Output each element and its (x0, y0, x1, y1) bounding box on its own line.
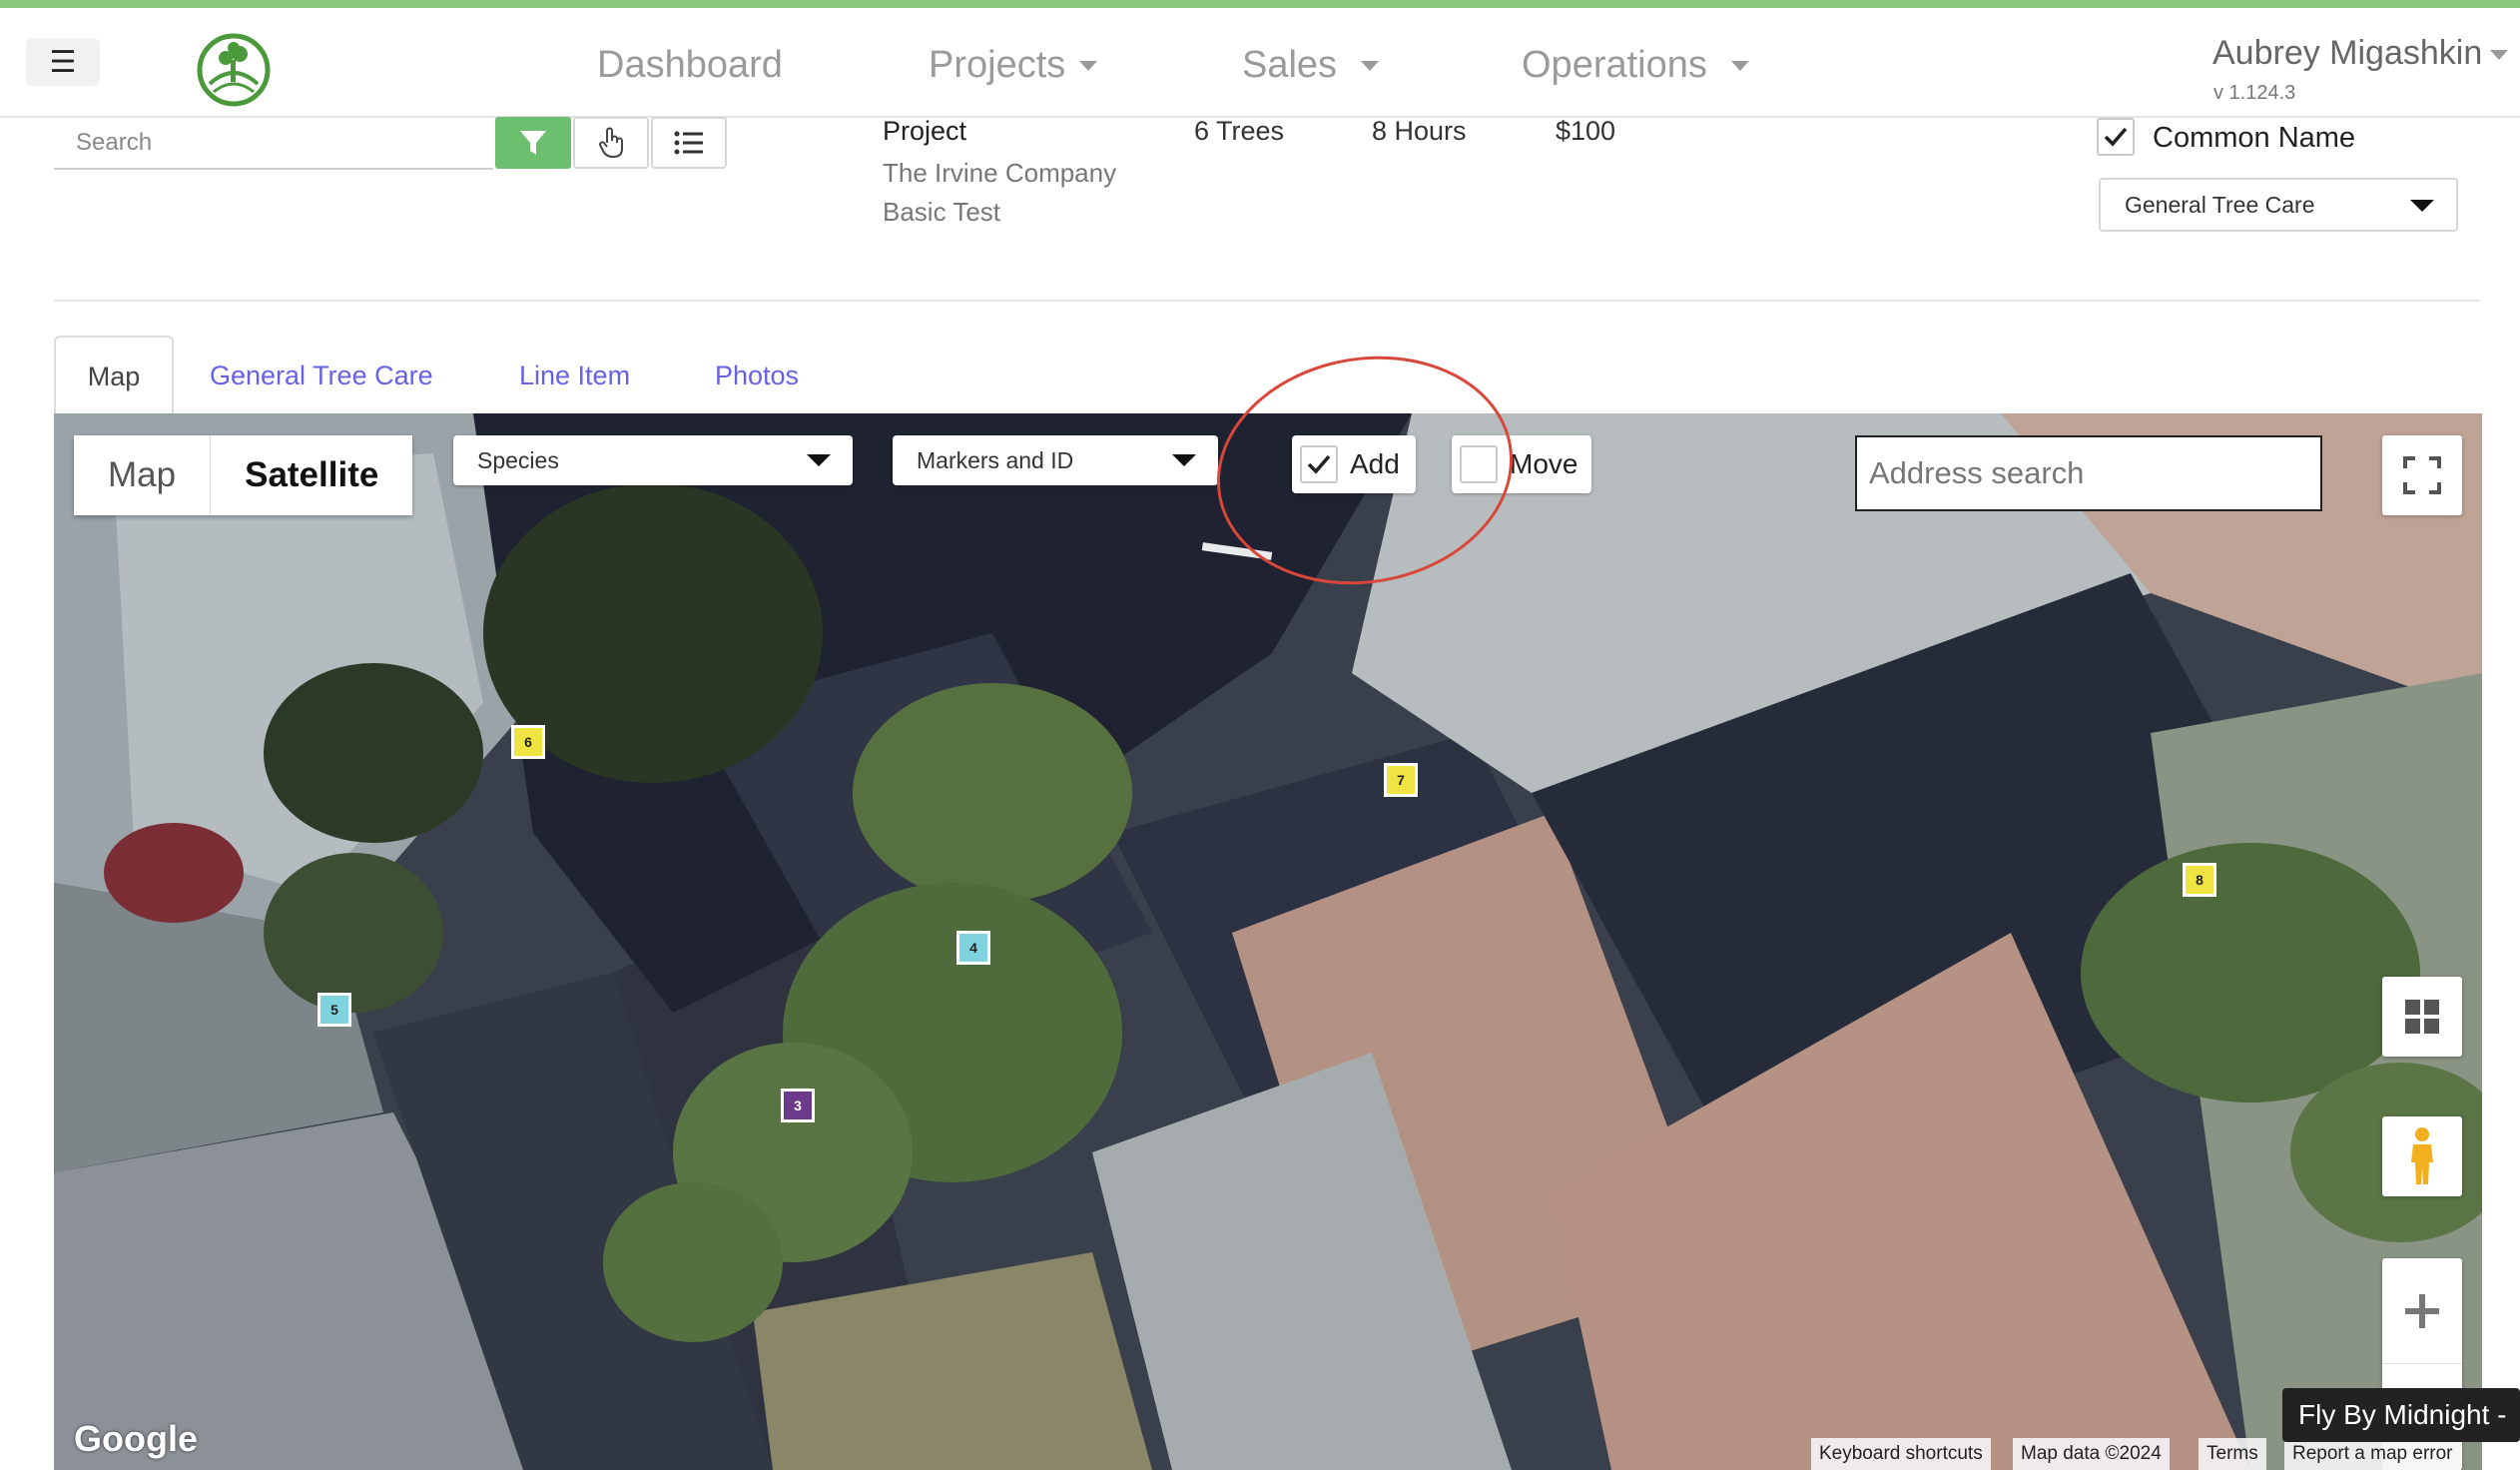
terms-link[interactable]: Terms (2199, 1438, 2266, 1470)
map-type-control: Map Satellite (74, 435, 413, 515)
address-search-input[interactable] (1855, 435, 2322, 511)
app-version: v 1.124.3 (2213, 82, 2296, 104)
nav-dashboard[interactable]: Dashboard (597, 44, 783, 87)
map-type-satellite-button[interactable]: Satellite (211, 435, 412, 515)
filter-icon (520, 131, 546, 155)
section-divider (54, 300, 2480, 302)
tree-marker-4[interactable]: 4 (956, 931, 990, 965)
project-price: $100 (1556, 116, 1616, 146)
tree-marker-5[interactable]: 5 (317, 993, 351, 1027)
layers-icon (2405, 1000, 2439, 1034)
chevron-down-icon (1361, 60, 1380, 71)
layers-button[interactable] (2382, 977, 2462, 1057)
filter-button[interactable] (495, 117, 571, 169)
fullscreen-button[interactable] (2382, 435, 2462, 515)
common-name-checkbox[interactable] (2097, 118, 2135, 156)
satellite-imagery (54, 413, 2482, 1470)
search-input[interactable] (54, 118, 493, 170)
chevron-down-icon (1079, 60, 1098, 71)
project-name: The Irvine Company Basic Test (883, 158, 1117, 227)
report-map-error-link[interactable]: Report a map error (2284, 1438, 2461, 1470)
tree-marker-3[interactable]: 3 (781, 1089, 815, 1122)
tree-marker-7[interactable]: 7 (1384, 763, 1418, 797)
caret-down-icon (807, 454, 831, 466)
list-icon (674, 131, 703, 155)
fullscreen-icon (2403, 456, 2441, 494)
tab-photos[interactable]: Photos (715, 336, 799, 415)
navbar: ☰ Dashboard Projects Sales Operations Au… (0, 8, 2520, 118)
care-type-value: General Tree Care (2125, 191, 2315, 218)
user-menu[interactable]: Aubrey Migashkin (2212, 34, 2482, 73)
street-view-button[interactable] (2382, 1116, 2462, 1196)
tab-general-tree-care[interactable]: General Tree Care (210, 336, 433, 415)
species-select-value: Species (477, 446, 559, 473)
map-data-attribution: Map data ©2024 (2013, 1438, 2170, 1470)
plus-icon (2405, 1293, 2439, 1328)
tree-marker-6[interactable]: 6 (511, 725, 545, 759)
move-label: Move (1510, 448, 1578, 479)
zoom-in-button[interactable] (2382, 1258, 2462, 1364)
hours-count: 8 Hours (1372, 116, 1467, 146)
markers-select-value: Markers and ID (917, 446, 1074, 473)
top-accent-bar (0, 0, 2520, 8)
caret-down-icon (2410, 200, 2434, 212)
tab-line-item[interactable]: Line Item (519, 336, 630, 415)
pointer-button[interactable] (573, 117, 649, 169)
tree-marker-8[interactable]: 8 (2183, 863, 2216, 897)
hover-tooltip: Fly By Midnight - (2282, 1388, 2520, 1442)
care-type-select[interactable]: General Tree Care (2099, 178, 2458, 232)
chevron-down-icon[interactable] (2490, 50, 2508, 60)
species-select[interactable]: Species (453, 435, 853, 485)
tree-logo-icon[interactable] (196, 32, 272, 108)
nav-sales[interactable]: Sales (1242, 44, 1380, 87)
chevron-down-icon (1730, 60, 1749, 71)
nav-operations[interactable]: Operations (1522, 44, 1749, 87)
map-type-map-button[interactable]: Map (74, 435, 212, 515)
tree-count: 6 Trees (1194, 116, 1285, 146)
common-name-label: Common Name (2153, 122, 2356, 154)
project-label: Project (883, 116, 967, 146)
caret-down-icon (1172, 454, 1196, 466)
pegman-icon (2411, 1127, 2433, 1184)
google-logo: Google (74, 1418, 198, 1459)
hand-pointer-icon (599, 127, 623, 159)
tab-map[interactable]: Map (54, 336, 174, 415)
map-view[interactable]: Map Satellite Species Markers and ID Add… (54, 413, 2482, 1470)
markers-select[interactable]: Markers and ID (893, 435, 1218, 485)
hamburger-icon[interactable]: ☰ (26, 38, 100, 86)
list-view-button[interactable] (651, 117, 727, 169)
nav-projects[interactable]: Projects (929, 44, 1098, 87)
keyboard-shortcuts-link[interactable]: Keyboard shortcuts (1811, 1438, 1991, 1470)
checkmark-icon (2104, 127, 2128, 147)
